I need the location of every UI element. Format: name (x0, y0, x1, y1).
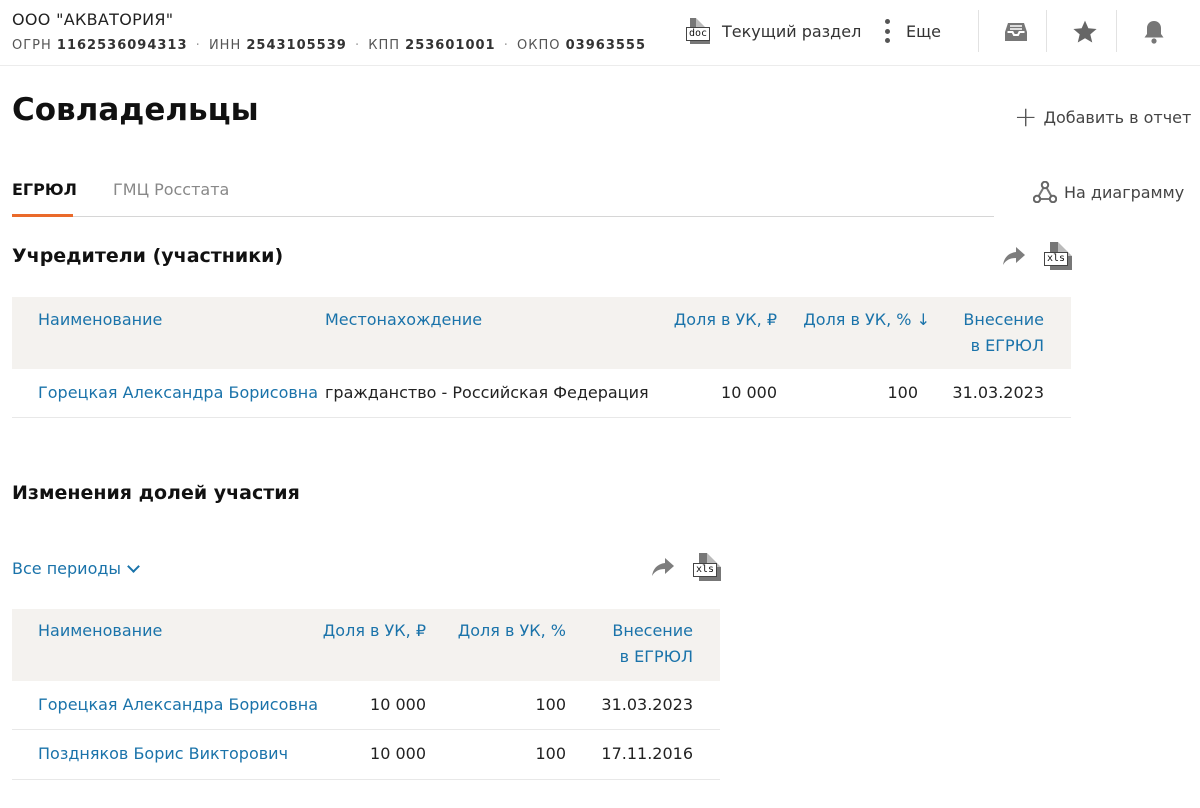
xls-export-icon[interactable]: xls (693, 553, 721, 581)
col-share-rub[interactable]: Доля в УК, ₽ (323, 618, 426, 644)
star-icon[interactable] (1071, 18, 1099, 46)
changes-table: Наименование Доля в УК, ₽ Доля в УК, % В… (12, 609, 720, 780)
owner-share-rub: 10 000 (370, 744, 426, 763)
share-icon[interactable] (650, 556, 676, 578)
more-label: Еще (906, 21, 942, 41)
col-entry-date[interactable]: Внесение в ЕГРЮЛ (612, 618, 693, 670)
col-name[interactable]: Наименование (38, 618, 162, 644)
company-name: ООО "АКВАТОРИЯ" (12, 10, 174, 29)
more-vertical-icon (884, 19, 890, 43)
owner-entry-date: 31.03.2023 (601, 695, 693, 714)
founder-entry-date: 31.03.2023 (952, 383, 1044, 402)
plus-icon: + (1014, 100, 1038, 133)
table-row: Горецкая Александра Борисовна гражданств… (12, 369, 1071, 418)
id-label-inn: ИНН (208, 38, 242, 53)
more-menu-button[interactable]: Еще (884, 14, 941, 48)
page-title: Совладельцы (12, 92, 259, 128)
top-header: ООО "АКВАТОРИЯ" ОГРН 1162536094313 · ИНН… (0, 0, 1200, 66)
id-label-kpp: КПП (368, 38, 401, 53)
id-label-okpo: ОКПО (517, 38, 561, 53)
doc-file-icon: doc (686, 18, 712, 44)
period-select[interactable]: Все периоды (12, 559, 140, 578)
table-row: Поздняков Борис Викторович 10 000 100 17… (12, 730, 720, 780)
changes-section-title: Изменения долей участия (12, 482, 300, 504)
xls-export-icon[interactable]: xls (1044, 242, 1072, 270)
source-tabs: ЕГРЮЛ ГМЦ Росстата (12, 172, 994, 217)
col-share-rub[interactable]: Доля в УК, ₽ (674, 307, 777, 333)
id-separator: · (354, 38, 361, 53)
current-section-button[interactable]: doc Текущий раздел (686, 14, 861, 48)
changes-table-header: Наименование Доля в УК, ₽ Доля в УК, % В… (12, 609, 720, 681)
col-entry-date[interactable]: Внесение в ЕГРЮЛ (963, 307, 1044, 359)
bell-icon[interactable] (1140, 18, 1168, 46)
table-row: Горецкая Александра Борисовна 10 000 100… (12, 681, 720, 730)
founder-share-rub: 10 000 (721, 383, 777, 402)
col-name[interactable]: Наименование (38, 307, 162, 333)
to-diagram-button[interactable]: На диаграмму (1033, 181, 1184, 203)
id-separator: · (503, 38, 509, 53)
add-to-report-label: Добавить в отчет (1043, 107, 1192, 127)
id-value-inn: 2543105539 (246, 38, 347, 53)
to-diagram-label: На диаграмму (1064, 182, 1185, 202)
id-value-kpp: 253601001 (405, 38, 496, 53)
col-share-pct[interactable]: Доля в УК, % (458, 618, 566, 644)
col-location[interactable]: Местонахождение (325, 307, 482, 333)
owner-share-pct: 100 (535, 744, 566, 763)
tab-egrul[interactable]: ЕГРЮЛ (12, 180, 77, 199)
founders-table-header: Наименование Местонахождение Доля в УК, … (12, 297, 1071, 369)
diagram-icon (1033, 181, 1057, 203)
chevron-down-icon (127, 559, 140, 573)
divider (1046, 10, 1047, 52)
tab-gmc-rosstat[interactable]: ГМЦ Росстата (113, 180, 229, 199)
active-tab-indicator (12, 214, 73, 217)
id-separator: · (195, 38, 201, 53)
founders-section-title: Учредители (участники) (12, 245, 284, 267)
owner-name-link[interactable]: Поздняков Борис Викторович (38, 744, 288, 763)
founder-location: гражданство - Российская Федерация (325, 383, 649, 402)
owner-entry-date: 17.11.2016 (601, 744, 693, 763)
inbox-icon[interactable] (1002, 18, 1030, 46)
current-section-label: Текущий раздел (722, 21, 862, 41)
col-share-pct-sorted[interactable]: Доля в УК, % ↓ (803, 307, 930, 333)
founder-share-pct: 100 (887, 383, 918, 402)
owner-name-link[interactable]: Горецкая Александра Борисовна (38, 695, 318, 714)
id-label-ogrn: ОГРН (12, 38, 52, 53)
divider (1116, 10, 1117, 52)
founder-name-link[interactable]: Горецкая Александра Борисовна (38, 383, 318, 402)
divider (978, 10, 979, 52)
founders-table: Наименование Местонахождение Доля в УК, … (12, 297, 1071, 418)
id-value-okpo: 03963555 (565, 38, 647, 53)
company-identifiers: ОГРН 1162536094313 · ИНН 2543105539 · КП… (12, 38, 646, 53)
id-value-ogrn: 1162536094313 (56, 38, 188, 53)
share-icon[interactable] (1001, 245, 1027, 267)
period-select-label: Все периоды (12, 559, 122, 578)
add-to-report-button[interactable]: + Добавить в отчет (1014, 100, 1192, 133)
owner-share-rub: 10 000 (370, 695, 426, 714)
owner-share-pct: 100 (535, 695, 566, 714)
